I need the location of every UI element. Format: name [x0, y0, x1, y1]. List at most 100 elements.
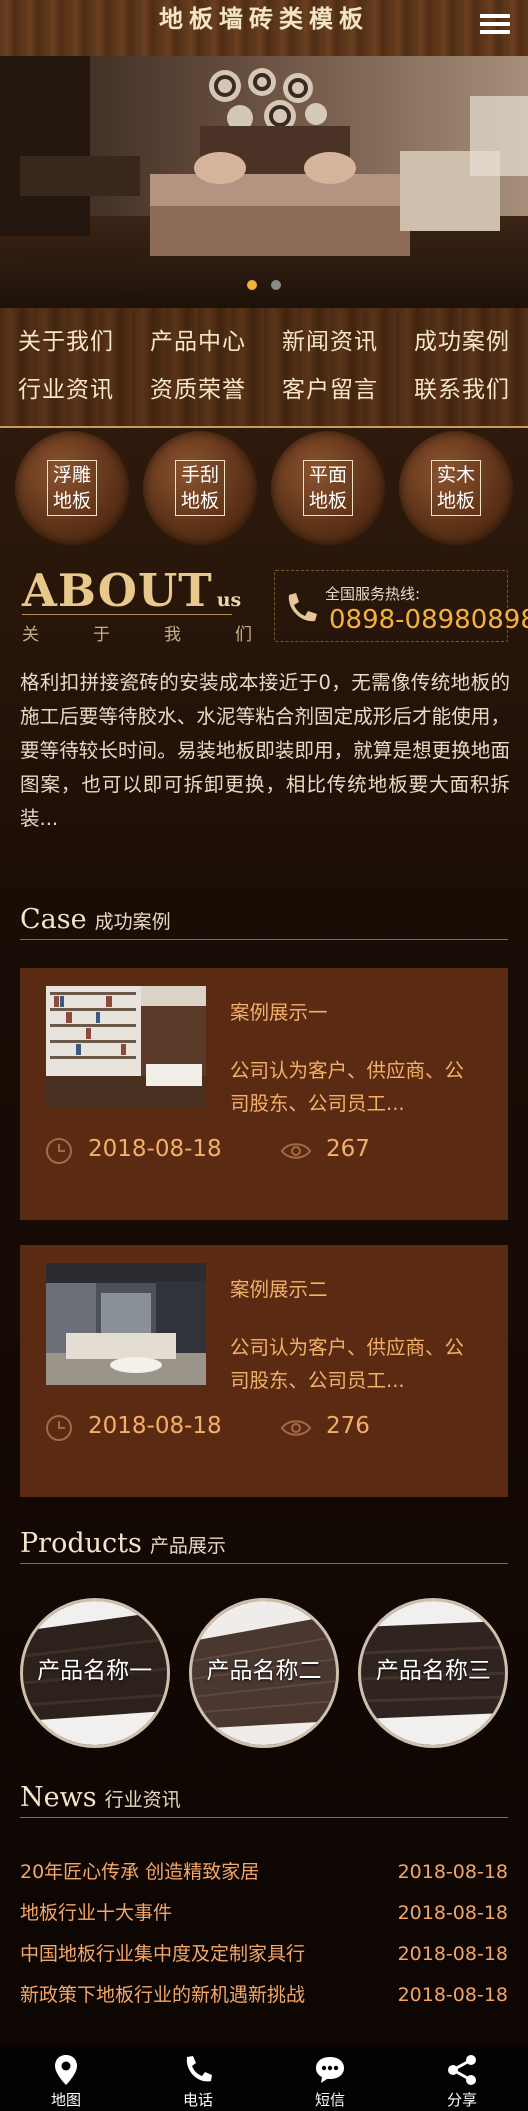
nav-industry-news[interactable]: 行业资讯: [0, 366, 132, 414]
case-views: 276: [326, 1413, 370, 1439]
category-label: 实木 地板: [431, 460, 481, 516]
nav-contact[interactable]: 联系我们: [396, 366, 528, 414]
news-section-cn: 行业资讯: [104, 1789, 181, 1811]
news-section-header: News 行业资讯: [20, 1782, 508, 1818]
case-date: 2018-08-18: [88, 1136, 222, 1162]
case-title[interactable]: 案例展示一: [230, 996, 328, 1025]
nav-guestbook[interactable]: 客户留言: [264, 366, 396, 414]
case-section-cn: 成功案例: [94, 911, 171, 933]
header: 地板墙砖类模板: [0, 0, 528, 56]
about-subtitle-char: 们: [235, 625, 252, 645]
case-date: 2018-08-18: [88, 1413, 222, 1439]
phone-icon: [288, 593, 317, 622]
category-label: 浮雕 地板: [47, 460, 97, 516]
news-title[interactable]: 20年匠心传承 创造精致家居: [20, 1852, 259, 1893]
news-title[interactable]: 中国地板行业集中度及定制家具行: [20, 1934, 305, 1975]
product-item-1[interactable]: 产品名称一: [19, 1598, 170, 1748]
bottom-phone-button[interactable]: 电话: [132, 2045, 264, 2111]
news-item[interactable]: 中国地板行业集中度及定制家具行 2018-08-18: [20, 1934, 508, 1975]
about-text: 格利扣拼接瓷砖的安装成本接近于0，无需像传统地板的施工后要等待胶水、水泥等粘合剂…: [20, 671, 510, 830]
case-card-2[interactable]: 案例展示二 公司认为客户、供应商、公司股东、公司员工... 2018-08-18…: [20, 1245, 508, 1497]
nav-news[interactable]: 新闻资讯: [264, 318, 396, 366]
banner-dot-2[interactable]: [270, 280, 281, 290]
menu-icon[interactable]: [480, 14, 510, 42]
case-image: [46, 1263, 206, 1385]
about-subtitle-char: 我: [164, 625, 181, 645]
about-title: ABOUT us: [22, 566, 241, 625]
nav-grid: 关于我们 产品中心 新闻资讯 成功案例 行业资讯 资质荣誉 客户留言 联系我们: [0, 308, 528, 428]
product-name: 产品名称二: [206, 1658, 322, 1684]
case-section-en: Case: [20, 904, 87, 935]
category-flat[interactable]: 平面 地板: [271, 431, 385, 545]
products-section-en: Products: [20, 1528, 142, 1559]
case-card-1[interactable]: 案例展示一 公司认为客户、供应商、公司股东、公司员工... 2018-08-18…: [20, 968, 508, 1220]
about-subtitle-char: 于: [93, 625, 110, 645]
nav-products[interactable]: 产品中心: [132, 318, 264, 366]
case-meta: 2018-08-18 267: [44, 1134, 484, 1168]
bottom-label: 电话: [182, 2091, 213, 2109]
hotline-box[interactable]: 全国服务热线: 0898-08980898: [274, 570, 528, 642]
bottom-sms-button[interactable]: 短信: [264, 2045, 396, 2111]
category-hand-scraped[interactable]: 手刮 地板: [143, 431, 257, 545]
case-image: [46, 986, 206, 1108]
case-title[interactable]: 案例展示二: [230, 1273, 328, 1302]
news-date: 2018-08-18: [397, 1902, 508, 1924]
product-name: 产品名称一: [37, 1658, 153, 1684]
news-item[interactable]: 20年匠心传承 创造精致家居 2018-08-18: [20, 1852, 508, 1893]
clock-icon: [46, 1138, 72, 1164]
bottom-label: 短信: [314, 2091, 345, 2109]
phone-icon: [186, 2056, 212, 2082]
about-title-suffix: us: [216, 589, 242, 611]
news-date: 2018-08-18: [397, 1984, 508, 2006]
product-name: 产品名称三: [375, 1658, 491, 1684]
bottom-share-button[interactable]: 分享: [396, 2045, 528, 2111]
about-subtitle: 关 于 我 们: [22, 620, 252, 645]
products-section-header: Products 产品展示: [20, 1528, 508, 1564]
category-solid-wood[interactable]: 实木 地板: [399, 431, 513, 545]
news-date: 2018-08-18: [397, 1943, 508, 1965]
hotline-label: 全国服务热线:: [325, 585, 421, 603]
news-section-en: News: [20, 1782, 97, 1813]
bottom-map-button[interactable]: 地图: [0, 2045, 132, 2111]
page-title: 地板墙砖类模板: [159, 5, 369, 33]
case-meta: 2018-08-18 276: [44, 1411, 484, 1445]
products-section-cn: 产品展示: [149, 1535, 226, 1557]
banner-dots: [0, 275, 528, 294]
bottom-bar: 地图 电话 短信 分享: [0, 2045, 528, 2111]
news-title[interactable]: 新政策下地板行业的新机遇新挑战: [20, 1975, 305, 2016]
product-list: 产品名称一 产品名称二 产品名称三: [0, 1598, 528, 1748]
case-description: 公司认为客户、供应商、公司股东、公司员工...: [230, 1336, 465, 1392]
bottom-label: 地图: [50, 2091, 81, 2109]
map-pin-icon: [55, 2055, 77, 2085]
category-embossed[interactable]: 浮雕 地板: [15, 431, 129, 545]
bottom-label: 分享: [446, 2091, 477, 2109]
product-item-2[interactable]: 产品名称二: [188, 1598, 339, 1748]
nav-cases[interactable]: 成功案例: [396, 318, 528, 366]
eye-icon: [280, 1420, 312, 1436]
eye-icon: [280, 1143, 312, 1159]
hotline-number[interactable]: 0898-08980898: [329, 605, 528, 635]
about-title-text: ABOUT: [22, 564, 213, 617]
nav-honors[interactable]: 资质荣誉: [132, 366, 264, 414]
news-item[interactable]: 新政策下地板行业的新机遇新挑战 2018-08-18: [20, 1975, 508, 2016]
about-subtitle-char: 关: [22, 625, 39, 645]
category-list: 浮雕 地板 手刮 地板 平面 地板 实木 地板: [0, 428, 528, 558]
banner-slider[interactable]: [0, 56, 528, 308]
case-description: 公司认为客户、供应商、公司股东、公司员工...: [230, 1059, 465, 1115]
about-divider: [22, 614, 232, 615]
message-icon: [316, 2057, 344, 2083]
banner-dot-1[interactable]: [247, 280, 258, 290]
category-label: 手刮 地板: [175, 460, 225, 516]
banner-image: [0, 56, 528, 308]
news-title[interactable]: 地板行业十大事件: [20, 1893, 172, 1934]
clock-icon: [46, 1415, 72, 1441]
category-label: 平面 地板: [303, 460, 353, 516]
product-item-3[interactable]: 产品名称三: [358, 1598, 509, 1748]
case-section-header: Case 成功案例: [20, 904, 508, 940]
nav-about[interactable]: 关于我们: [0, 318, 132, 366]
news-item[interactable]: 地板行业十大事件 2018-08-18: [20, 1893, 508, 1934]
share-icon: [448, 2055, 476, 2085]
news-date: 2018-08-18: [397, 1861, 508, 1883]
case-views: 267: [326, 1136, 370, 1162]
news-list: 20年匠心传承 创造精致家居 2018-08-18 地板行业十大事件 2018-08…: [20, 1852, 508, 2016]
